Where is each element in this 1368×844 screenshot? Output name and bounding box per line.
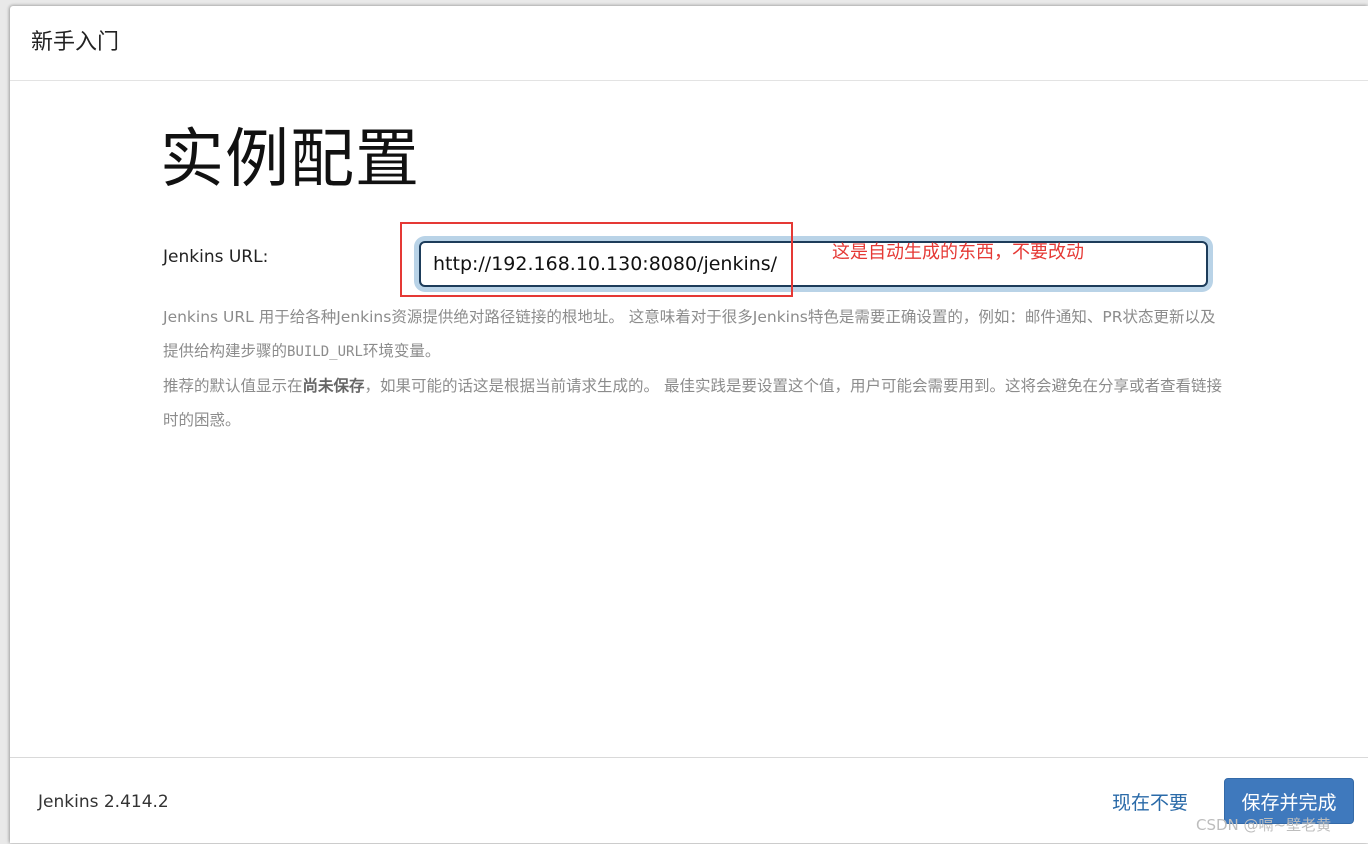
annotation-note: 这是自动生成的东西，不要改动	[832, 242, 1084, 263]
jenkins-version: Jenkins 2.414.2	[38, 792, 169, 812]
csdn-watermark: CSDN @嗝~壁老黄	[1196, 816, 1332, 834]
dialog-header: 新手入门	[10, 6, 1368, 81]
help-text: 环境变量。	[362, 342, 441, 360]
page-title: 实例配置	[160, 123, 420, 197]
help-paragraph-1: Jenkins URL 用于给各种Jenkins资源提供绝对路径链接的根地址。 …	[163, 300, 1223, 369]
build-url-code: BUILD_URL	[287, 344, 363, 360]
jenkins-url-help: Jenkins URL 用于给各种Jenkins资源提供绝对路径链接的根地址。 …	[163, 300, 1223, 437]
help-text: 推荐的默认值显示在	[163, 377, 303, 395]
not-saved-emphasis: 尚未保存	[302, 377, 365, 395]
jenkins-url-input[interactable]	[419, 241, 1208, 287]
help-paragraph-2: 推荐的默认值显示在尚未保存，如果可能的话这是根据当前请求生成的。 最佳实践是要设…	[163, 369, 1223, 437]
dialog-title: 新手入门	[31, 30, 120, 55]
jenkins-url-label: Jenkins URL:	[163, 247, 269, 267]
dialog-footer: Jenkins 2.414.2 现在不要 保存并完成	[10, 757, 1368, 844]
not-now-button[interactable]: 现在不要	[1106, 786, 1194, 820]
setup-wizard-dialog: 新手入门 实例配置 Jenkins URL: Jenkins URL 用于给各种…	[10, 6, 1368, 843]
